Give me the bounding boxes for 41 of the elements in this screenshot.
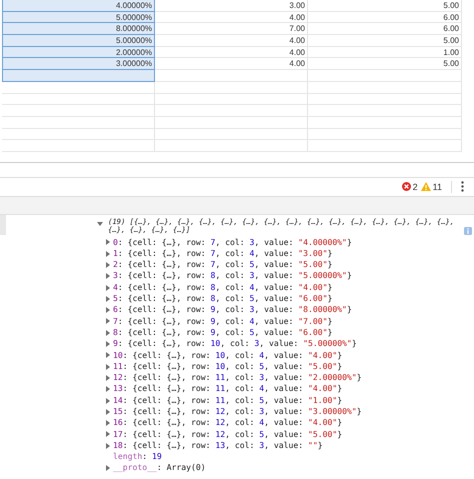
table-cell[interactable]: 6.00 (308, 12, 462, 24)
table-cell[interactable]: 5.00 (308, 35, 462, 47)
console-entry[interactable]: 5: {cell: {…}, row: 8, col: 5, value: "6.00"} (113, 293, 332, 305)
console-entry[interactable]: 17: {cell: {…}, row: 12, col: 5, value: "5.00"} (113, 428, 342, 440)
error-count[interactable]: 2 (402, 182, 418, 192)
table-cell[interactable]: 5.00 (308, 58, 462, 70)
table-cell[interactable]: 8.00000% (2, 23, 155, 36)
console-entry[interactable]: 7: {cell: {…}, row: 9, col: 4, value: "7.00"} (113, 316, 332, 328)
console-entry[interactable]: 1: {cell: {…}, row: 7, col: 4, value: "3.00"} (113, 248, 332, 260)
table-cell[interactable]: 3.00000% (2, 58, 155, 70)
table-cell[interactable]: 1.00 (308, 46, 462, 58)
table-cell[interactable]: 3.00 (155, 0, 308, 12)
console-entry[interactable]: 3: {cell: {…}, row: 8, col: 3, value: "5.00000%"} (113, 270, 352, 282)
table-cell[interactable]: 2.00000% (2, 46, 155, 58)
console-entry[interactable]: 10: {cell: {…}, row: 10, col: 4, value: "4.00"} (113, 350, 342, 362)
console-entry[interactable]: 6: {cell: {…}, row: 9, col: 3, value: "8.00000%"} (113, 304, 352, 316)
console-entry[interactable]: 13: {cell: {…}, row: 11, col: 4, value: "4.00"} (113, 383, 342, 396)
console-entry[interactable]: 15: {cell: {…}, row: 12, col: 3, value: "3.00000%"} (113, 406, 362, 418)
console-entry[interactable]: 14: {cell: {…}, row: 11, col: 5, value: "1.00"} (113, 394, 342, 406)
console-entry[interactable]: 2: {cell: {…}, row: 7, col: 5, value: "5.00"} (113, 259, 332, 271)
console-entry[interactable]: 11: {cell: {…}, row: 10, col: 5, value: "5.00"} (113, 360, 342, 373)
console-entry[interactable]: 0: {cell: {…}, row: 7, col: 3, value: "4.00000%"} (113, 236, 352, 248)
console-entry[interactable]: 16: {cell: {…}, row: 12, col: 4, value: "4.00"} (113, 417, 342, 429)
length-property: length: 19 (113, 451, 162, 463)
table-cell[interactable]: 4.00 (155, 35, 308, 47)
table-cell[interactable]: 4.00 (155, 12, 308, 24)
table-cell[interactable]: 5.00000% (2, 12, 155, 24)
proto-property[interactable]: __proto__: Array(0) (113, 462, 206, 474)
table-cell[interactable]: 4.00 (155, 46, 308, 58)
warning-count[interactable]: 11 (420, 182, 442, 192)
console-entry[interactable]: 8: {cell: {…}, row: 9, col: 5, value: "6.00"} (113, 326, 332, 339)
table-cell[interactable]: 5.00000% (2, 35, 155, 47)
console-entry[interactable]: 9: {cell: {…}, row: 10, col: 3, value: "5.00000%"} (113, 338, 357, 350)
console-entry[interactable]: 12: {cell: {…}, row: 11, col: 3, value: "2.00000%"} (113, 372, 362, 384)
table-cell[interactable]: 7.00 (155, 23, 308, 36)
table-cell[interactable]: 6.00 (308, 23, 462, 36)
console-entry[interactable]: 18: {cell: {…}, row: 13, col: 3, value: ""} (113, 440, 323, 452)
table-cell[interactable]: 4.00000% (2, 0, 155, 12)
console-entry[interactable]: 4: {cell: {…}, row: 8, col: 4, value: "4.00"} (113, 282, 332, 294)
table-cell[interactable]: 5.00 (308, 0, 462, 12)
table-cell[interactable]: 4.00 (155, 58, 308, 70)
